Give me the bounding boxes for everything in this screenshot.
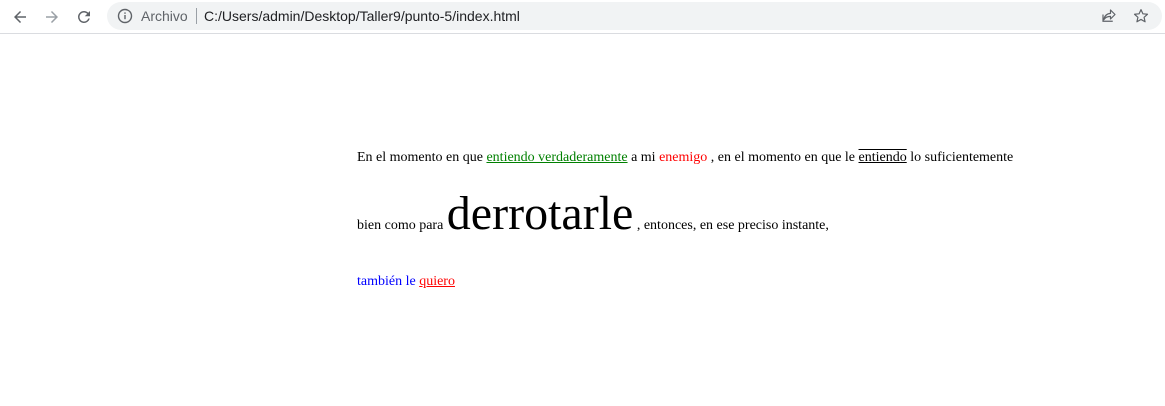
word-entiendo: entiendo (858, 150, 907, 165)
text-segment: , en el momento en que le (710, 150, 856, 165)
share-icon[interactable] (1100, 7, 1118, 25)
text-tambien-le: también le (357, 274, 416, 289)
text-segment: a mi (631, 150, 656, 165)
word-enemigo: enemigo (659, 150, 708, 165)
reload-button[interactable] (70, 3, 98, 31)
info-icon[interactable] (117, 8, 133, 24)
scheme-label: Archivo (141, 8, 188, 24)
paragraph: En el momento en que entiendo verdaderam… (357, 130, 1017, 310)
text-segment: En el momento en que (357, 150, 483, 165)
word-derrotarle: derrotarle (446, 187, 634, 240)
forward-button[interactable] (38, 3, 66, 31)
divider (196, 8, 197, 24)
forward-arrow-icon (46, 11, 58, 23)
browser-toolbar: Archivo C:/Users/admin/Desktop/Taller9/p… (0, 0, 1165, 34)
back-button[interactable] (6, 3, 34, 31)
url-text[interactable]: C:/Users/admin/Desktop/Taller9/punto-5/i… (204, 7, 520, 25)
link-quiero[interactable]: quiero (419, 274, 455, 289)
back-arrow-icon (14, 11, 26, 23)
reload-icon (77, 10, 90, 23)
text-segment: , entonces, en ese preciso instante, (636, 218, 829, 233)
link-entiendo-verdaderamente[interactable]: entiendo verdaderamente (486, 150, 627, 165)
address-bar[interactable]: Archivo C:/Users/admin/Desktop/Taller9/p… (107, 2, 1162, 30)
star-icon[interactable] (1132, 7, 1150, 25)
